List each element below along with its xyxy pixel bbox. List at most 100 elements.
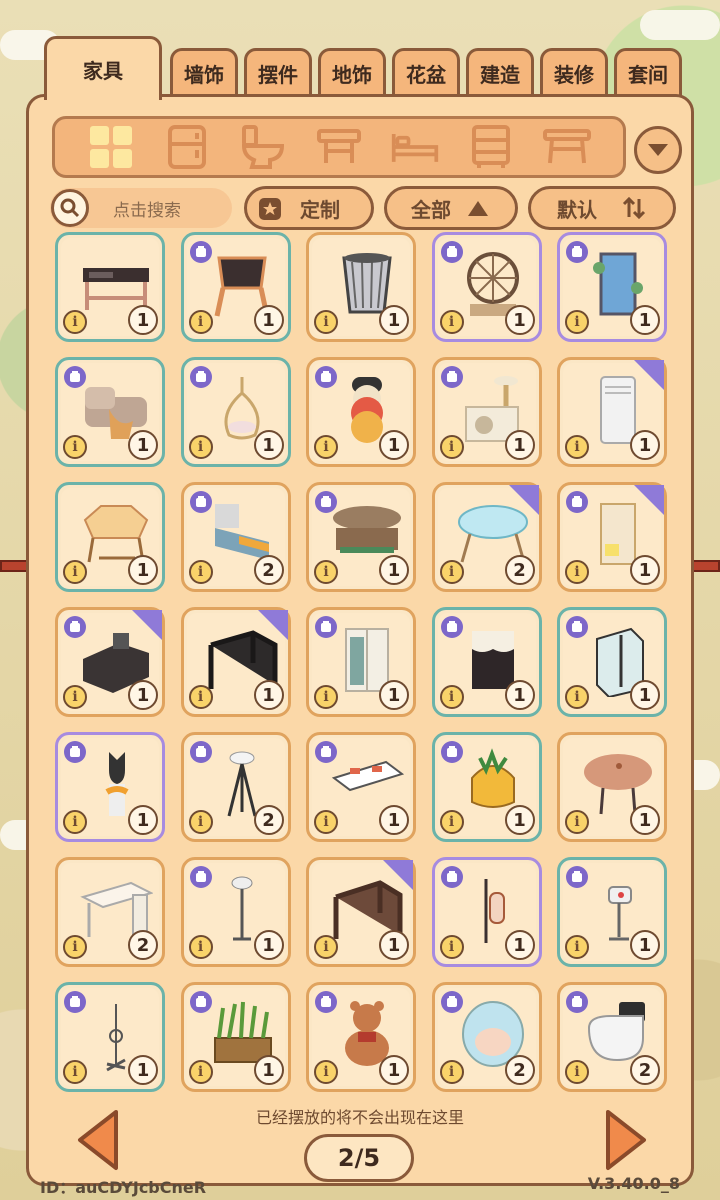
- all-filter-dropdown[interactable]: 全部: [384, 186, 518, 230]
- custom-filter-button[interactable]: 定制: [244, 186, 374, 230]
- info-icon[interactable]: i: [63, 560, 87, 584]
- info-icon[interactable]: i: [439, 810, 464, 834]
- item-card-tall-lamp[interactable]: i1: [180, 857, 291, 967]
- info-icon[interactable]: i: [188, 810, 213, 834]
- info-icon[interactable]: i: [565, 935, 589, 959]
- corner-tag-icon: [132, 610, 162, 640]
- bed-icon[interactable]: [390, 124, 440, 170]
- tab-suites[interactable]: 套间: [614, 48, 682, 96]
- info-icon[interactable]: i: [188, 560, 213, 584]
- info-icon[interactable]: i: [63, 310, 87, 334]
- stool-icon[interactable]: [314, 124, 364, 170]
- info-icon[interactable]: i: [439, 560, 464, 584]
- info-icon[interactable]: i: [188, 435, 213, 459]
- info-icon[interactable]: i: [565, 435, 589, 459]
- item-card-waterfall-screen[interactable]: i1: [557, 232, 667, 342]
- item-card-wood-table[interactable]: i1: [557, 732, 667, 842]
- info-icon[interactable]: i: [314, 810, 338, 834]
- info-icon[interactable]: i: [565, 685, 589, 709]
- item-card-wardrobe[interactable]: i1: [306, 607, 416, 717]
- item-card-smart-toilet[interactable]: i2: [557, 982, 667, 1092]
- tab-construction[interactable]: 建造: [466, 48, 534, 96]
- item-card-white-desk[interactable]: i2: [55, 857, 165, 967]
- item-card-shelf[interactable]: i1: [557, 482, 667, 592]
- item-card-wastebasket[interactable]: i1: [306, 232, 416, 342]
- info-icon[interactable]: i: [188, 685, 213, 709]
- info-icon[interactable]: i: [314, 935, 338, 959]
- category-dropdown-button[interactable]: [634, 126, 682, 174]
- item-card-lantern-stand[interactable]: i1: [431, 857, 542, 967]
- prev-page-arrow[interactable]: [76, 1108, 120, 1172]
- item-card-teddy-bear[interactable]: i1: [306, 982, 416, 1092]
- cabinet-icon[interactable]: [466, 124, 516, 170]
- item-card-chair[interactable]: i1: [180, 232, 291, 342]
- info-icon[interactable]: i: [63, 685, 87, 709]
- tab-flowerpots[interactable]: 花盆: [392, 48, 460, 96]
- item-count: 2: [253, 805, 284, 835]
- info-icon[interactable]: i: [314, 685, 338, 709]
- sort-button[interactable]: 默认: [528, 186, 676, 230]
- info-icon[interactable]: i: [314, 1060, 338, 1084]
- info-icon[interactable]: i: [188, 310, 213, 334]
- info-icon[interactable]: i: [439, 310, 464, 334]
- item-card-ferris-wheel[interactable]: i1: [431, 232, 542, 342]
- item-card-pineapple-chair[interactable]: i1: [431, 732, 542, 842]
- item-card-heater[interactable]: i1: [557, 857, 667, 967]
- source-badge-icon: [189, 241, 212, 263]
- source-badge-icon: [440, 741, 463, 763]
- tab-floor-decor[interactable]: 地饰: [318, 48, 386, 96]
- info-icon[interactable]: i: [63, 810, 87, 834]
- info-icon[interactable]: i: [63, 435, 87, 459]
- item-card-dark-desk[interactable]: i1: [180, 607, 291, 717]
- info-icon[interactable]: i: [565, 310, 589, 334]
- tab-renovation[interactable]: 装修: [540, 48, 608, 96]
- info-icon[interactable]: i: [188, 1060, 213, 1084]
- source-badge-icon: [315, 616, 337, 638]
- table-icon[interactable]: [542, 124, 592, 170]
- item-card-cake-stand[interactable]: i1: [306, 357, 416, 467]
- info-icon[interactable]: i: [314, 310, 338, 334]
- info-icon[interactable]: i: [439, 435, 464, 459]
- search-input[interactable]: 点击搜索: [50, 188, 232, 228]
- item-card-floor-lamp[interactable]: i2: [180, 732, 291, 842]
- item-card-round-table[interactable]: i1: [55, 482, 165, 592]
- item-card-cat-tree[interactable]: i1: [431, 357, 542, 467]
- tab-wall-decor[interactable]: 墙饰: [170, 48, 238, 96]
- info-icon[interactable]: i: [63, 935, 87, 959]
- info-icon[interactable]: i: [63, 1060, 87, 1084]
- item-card-egg-chair[interactable]: i2: [431, 982, 542, 1092]
- info-icon[interactable]: i: [565, 560, 589, 584]
- tab-ornaments[interactable]: 摆件: [244, 48, 312, 96]
- toilet-icon[interactable]: [238, 124, 288, 170]
- info-icon[interactable]: i: [565, 1060, 589, 1084]
- item-card-lace-cabinet[interactable]: i1: [431, 607, 542, 717]
- grid-icon[interactable]: [86, 124, 136, 170]
- info-icon[interactable]: i: [314, 560, 338, 584]
- info-icon[interactable]: i: [314, 435, 338, 459]
- item-card-glass-table[interactable]: i2: [431, 482, 542, 592]
- source-badge-icon: [566, 491, 588, 513]
- fridge-icon[interactable]: [162, 124, 212, 170]
- item-card-coat-rack[interactable]: i1: [55, 982, 165, 1092]
- item-card-planter[interactable]: i1: [180, 982, 291, 1092]
- tab-furniture[interactable]: 家具: [44, 36, 162, 100]
- item-card-cat-statue[interactable]: i1: [55, 732, 165, 842]
- item-card-bed[interactable]: i2: [180, 482, 291, 592]
- item-card-sofa[interactable]: i1: [55, 357, 165, 467]
- item-card-air-conditioner[interactable]: i1: [557, 357, 667, 467]
- item-card-kitchen-counter[interactable]: i1: [55, 607, 165, 717]
- info-icon[interactable]: i: [565, 810, 589, 834]
- item-card-brown-desk[interactable]: i1: [306, 857, 416, 967]
- info-icon[interactable]: i: [439, 685, 464, 709]
- item-card-hanging-chair[interactable]: i1: [180, 357, 291, 467]
- item-card-wood-shelf-table[interactable]: i1: [306, 482, 416, 592]
- item-card-coffee-table[interactable]: i1: [306, 732, 416, 842]
- item-card-shower[interactable]: i1: [557, 607, 667, 717]
- item-count: 1: [630, 430, 660, 460]
- next-page-arrow[interactable]: [604, 1108, 648, 1172]
- source-badge-icon: [315, 491, 337, 513]
- info-icon[interactable]: i: [439, 1060, 464, 1084]
- info-icon[interactable]: i: [188, 935, 213, 959]
- item-card-desk[interactable]: i1: [55, 232, 165, 342]
- info-icon[interactable]: i: [439, 935, 464, 959]
